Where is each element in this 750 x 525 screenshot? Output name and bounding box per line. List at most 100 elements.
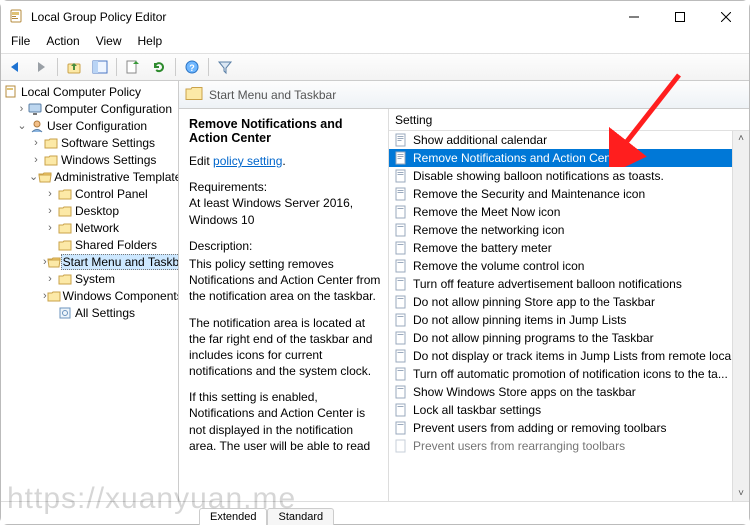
tree-computer-config[interactable]: › Computer Configuration	[1, 100, 178, 117]
expand-icon[interactable]: ›	[29, 137, 43, 149]
policy-item-icon	[393, 294, 409, 310]
policy-item-icon	[393, 330, 409, 346]
expand-icon[interactable]: ›	[29, 154, 43, 166]
view-tabs: Extended Standard	[199, 502, 334, 524]
workspace: Local Computer Policy › Computer Configu…	[1, 81, 749, 502]
folder-icon	[57, 203, 73, 219]
minimize-button[interactable]	[611, 1, 657, 33]
tree-admin-templates[interactable]: ⌄ Administrative Templates	[1, 168, 178, 185]
menu-file[interactable]: File	[3, 33, 38, 53]
policy-item-icon	[393, 150, 409, 166]
app-icon	[9, 9, 25, 25]
folder-icon	[57, 237, 73, 253]
export-list-button[interactable]	[121, 55, 145, 79]
tree-start-menu-taskbar[interactable]: ›Start Menu and Taskbar	[1, 253, 178, 270]
computer-icon	[28, 101, 43, 117]
console-tree[interactable]: Local Computer Policy › Computer Configu…	[1, 81, 179, 501]
setting-row[interactable]: Remove the battery meter	[389, 239, 749, 257]
setting-row[interactable]: Remove the Security and Maintenance icon	[389, 185, 749, 203]
setting-row[interactable]: Disable showing balloon notifications as…	[389, 167, 749, 185]
setting-row[interactable]: Remove the volume control icon	[389, 257, 749, 275]
tree-all-settings[interactable]: All Settings	[1, 304, 178, 321]
setting-row[interactable]: Remove the networking icon	[389, 221, 749, 239]
policy-item-icon	[393, 348, 409, 364]
setting-row[interactable]: Prevent users from adding or removing to…	[389, 419, 749, 437]
policy-item-icon	[393, 420, 409, 436]
menu-view[interactable]: View	[88, 33, 130, 53]
policy-item-icon	[393, 186, 409, 202]
tree-user-config[interactable]: ⌄ User Configuration	[1, 117, 178, 134]
edit-policy-link[interactable]: policy setting	[213, 154, 282, 168]
setting-row[interactable]: Do not allow pinning Store app to the Ta…	[389, 293, 749, 311]
setting-row[interactable]: Remove the Meet Now icon	[389, 203, 749, 221]
tree-system[interactable]: ›System	[1, 270, 178, 287]
menu-help[interactable]: Help	[130, 33, 171, 53]
refresh-button[interactable]	[147, 55, 171, 79]
scroll-up-icon[interactable]: ˄	[738, 131, 744, 146]
toolbar-separator	[116, 58, 117, 76]
collapse-icon[interactable]: ⌄	[15, 119, 29, 132]
filter-button[interactable]	[213, 55, 237, 79]
tab-standard[interactable]: Standard	[267, 508, 334, 525]
up-button[interactable]	[62, 55, 86, 79]
scroll-down-icon[interactable]: ˅	[738, 486, 744, 501]
setting-row[interactable]: Turn off feature advertisement balloon n…	[389, 275, 749, 293]
tree-windows-components[interactable]: ›Windows Components	[1, 287, 178, 304]
description-p3: If this setting is enabled, Notification…	[189, 389, 382, 454]
tree-shared-folders[interactable]: Shared Folders	[1, 236, 178, 253]
setting-row[interactable]: Turn off automatic promotion of notifica…	[389, 365, 749, 383]
panes: Remove Notifications and Action Center E…	[179, 109, 749, 501]
expand-icon[interactable]: ›	[43, 222, 57, 234]
settings-rows: Show additional calendar Remove Notifica…	[389, 131, 749, 501]
detail-pane: Remove Notifications and Action Center E…	[179, 109, 389, 501]
setting-row[interactable]: Prevent users from rearranging toolbars	[389, 437, 749, 455]
back-button[interactable]	[3, 55, 27, 79]
policy-item-icon	[393, 222, 409, 238]
content-header: Start Menu and Taskbar	[179, 81, 749, 109]
policy-item-icon	[393, 312, 409, 328]
setting-row[interactable]: Do not allow pinning items in Jump Lists	[389, 311, 749, 329]
user-icon	[29, 118, 45, 134]
close-button[interactable]	[703, 1, 749, 33]
setting-row[interactable]: Lock all taskbar settings	[389, 401, 749, 419]
requirements: Requirements:At least Windows Server 201…	[189, 179, 382, 228]
policy-item-icon	[393, 168, 409, 184]
description-label: Description:	[189, 238, 382, 254]
toolbar: ?	[1, 53, 749, 81]
policy-item-icon	[393, 276, 409, 292]
content-pane: Start Menu and Taskbar Remove Notificati…	[179, 81, 749, 501]
show-hide-tree-button[interactable]	[88, 55, 112, 79]
forward-button[interactable]	[29, 55, 53, 79]
expand-icon[interactable]: ›	[43, 273, 57, 285]
maximize-button[interactable]	[657, 1, 703, 33]
tree-root[interactable]: Local Computer Policy	[1, 83, 178, 100]
expand-icon[interactable]: ›	[43, 188, 57, 200]
vertical-scrollbar[interactable]: ˄ ˅	[732, 131, 749, 501]
tree-software-settings[interactable]: › Software Settings	[1, 134, 178, 151]
folder-open-icon	[47, 254, 61, 270]
toolbar-separator	[57, 58, 58, 76]
edit-line: Edit policy setting.	[189, 153, 382, 169]
setting-row-selected[interactable]: Remove Notifications and Action Center	[389, 149, 749, 167]
tree-network[interactable]: ›Network	[1, 219, 178, 236]
folder-icon	[47, 288, 61, 304]
expand-icon[interactable]: ›	[43, 205, 57, 217]
tree-desktop[interactable]: ›Desktop	[1, 202, 178, 219]
expand-icon[interactable]: ›	[15, 103, 28, 115]
setting-row[interactable]: Do not allow pinning programs to the Tas…	[389, 329, 749, 347]
tree-windows-settings[interactable]: › Windows Settings	[1, 151, 178, 168]
collapse-icon[interactable]: ⌄	[29, 170, 38, 183]
tab-extended[interactable]: Extended	[199, 508, 267, 525]
setting-row[interactable]: Show additional calendar	[389, 131, 749, 149]
setting-row[interactable]: Do not display or track items in Jump Li…	[389, 347, 749, 365]
menu-action[interactable]: Action	[38, 33, 87, 53]
settings-list-icon	[57, 305, 73, 321]
tree-control-panel[interactable]: ›Control Panel	[1, 185, 178, 202]
help-button[interactable]: ?	[180, 55, 204, 79]
policy-title: Remove Notifications and Action Center	[189, 117, 382, 145]
setting-row[interactable]: Show Windows Store apps on the taskbar	[389, 383, 749, 401]
column-header-setting[interactable]: Setting	[389, 109, 749, 131]
description-p1: This policy setting removes Notification…	[189, 256, 382, 305]
folder-open-icon	[38, 169, 52, 185]
toolbar-separator	[208, 58, 209, 76]
